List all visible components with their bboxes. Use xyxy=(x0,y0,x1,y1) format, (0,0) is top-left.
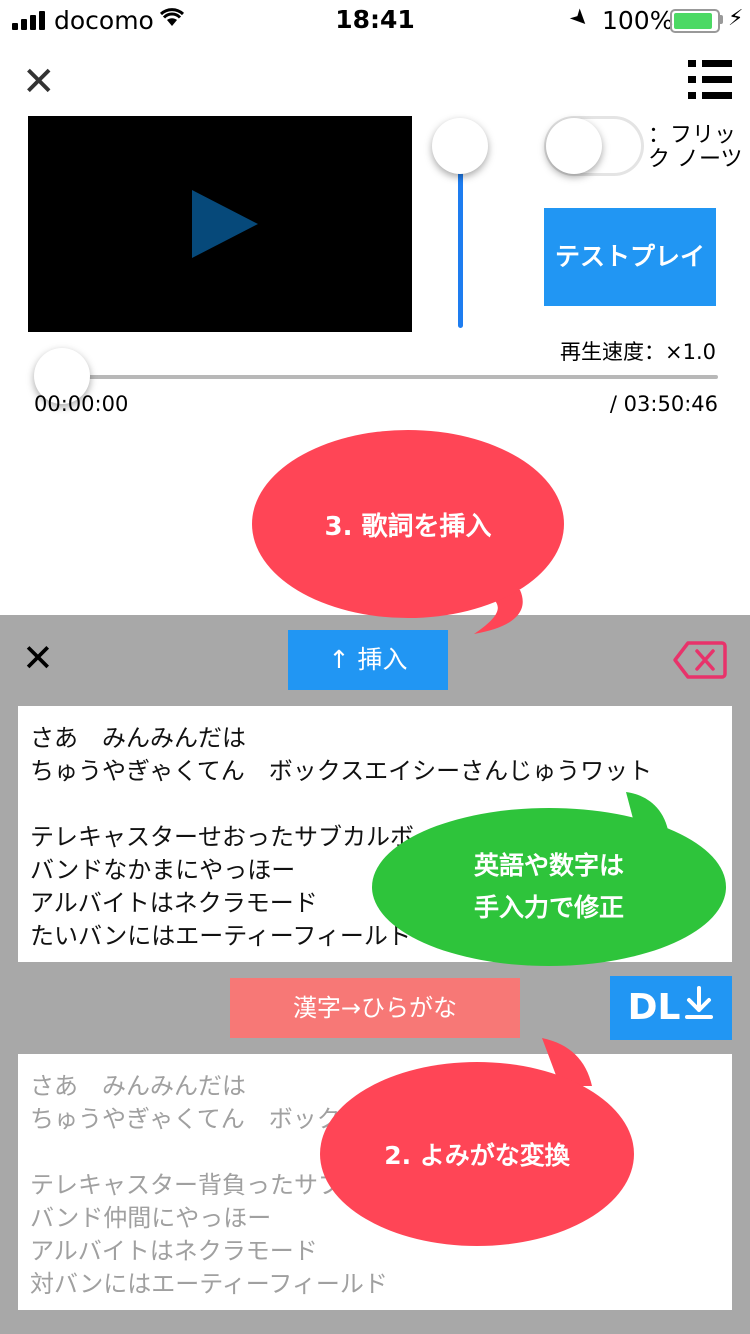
annotation-step2: 2. よみがな変換 xyxy=(320,1062,634,1246)
battery-icon xyxy=(670,9,720,33)
battery-percent: 100% xyxy=(602,6,674,35)
flick-notes-label: ：フリック ノーツ xyxy=(648,123,743,172)
volume-slider-track[interactable] xyxy=(458,170,463,328)
play-icon[interactable] xyxy=(192,190,258,258)
volume-slider-thumb[interactable] xyxy=(432,118,488,174)
flick-notes-toggle[interactable] xyxy=(544,116,644,176)
charging-icon: ⚡ xyxy=(728,6,744,31)
seek-slider-track[interactable] xyxy=(62,375,718,379)
status-bar: docomo 18:41 ➤ 100% ⚡ xyxy=(0,0,750,42)
list-menu-icon[interactable] xyxy=(688,58,732,102)
toggle-thumb[interactable] xyxy=(546,118,602,174)
annotation-note: 英語や数字は 手入力で修正 xyxy=(372,808,726,966)
insert-button[interactable]: ↑ 挿入 xyxy=(288,630,448,690)
close-icon[interactable]: ✕ xyxy=(22,62,58,102)
kanji-to-hiragana-button[interactable]: 漢字→ひらがな xyxy=(230,978,520,1038)
test-play-button[interactable]: テストプレイ xyxy=(544,208,716,306)
close-panel-icon[interactable]: ✕ xyxy=(22,638,54,678)
annotation-step3: 3. 歌詞を挿入 xyxy=(252,430,564,618)
playback-speed[interactable]: 再生速度：×1.0 xyxy=(500,336,716,366)
download-button[interactable]: DL xyxy=(610,976,732,1040)
total-time: / 03:50:46 xyxy=(609,392,718,416)
download-icon xyxy=(684,977,714,1041)
backspace-icon[interactable] xyxy=(672,640,728,680)
current-time: 00:00:00 xyxy=(34,392,129,416)
battery-cap xyxy=(720,15,723,24)
download-label: DL xyxy=(627,987,681,1028)
